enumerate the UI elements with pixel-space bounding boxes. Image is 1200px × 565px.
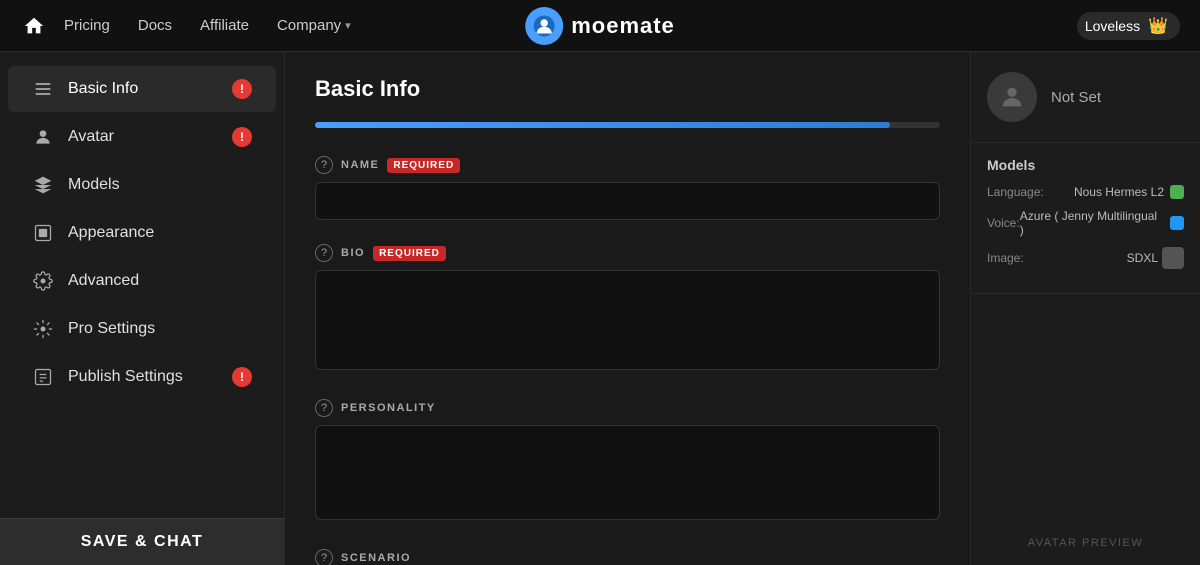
personality-label: PERSONALITY bbox=[341, 402, 436, 414]
personality-label-row: ? PERSONALITY bbox=[315, 399, 940, 417]
bio-label: BIO bbox=[341, 247, 365, 259]
image-row: Image: SDXL bbox=[987, 247, 1184, 269]
logo-icon bbox=[525, 7, 563, 45]
avatar-placeholder bbox=[987, 72, 1037, 122]
avatar-alert: ! bbox=[232, 127, 252, 147]
nav-company[interactable]: Company ▾ bbox=[277, 17, 351, 34]
scenario-label-row: ? SCENARIO bbox=[315, 549, 940, 565]
avatar-preview-section: AVATAR PREVIEW bbox=[971, 294, 1200, 565]
scenario-field: ? SCENARIO bbox=[315, 549, 940, 565]
user-menu[interactable]: Loveless 👑 bbox=[1077, 12, 1180, 40]
scenario-info-icon[interactable]: ? bbox=[315, 549, 333, 565]
main-layout: Basic Info ! Avatar ! bbox=[0, 52, 1200, 565]
models-title: Models bbox=[987, 157, 1184, 173]
advanced-icon bbox=[32, 270, 54, 292]
publish-settings-alert: ! bbox=[232, 367, 252, 387]
nav-docs[interactable]: Docs bbox=[138, 17, 172, 34]
main-content: Basic Info ? NAME REQUIRED ? BIO REQUIRE… bbox=[285, 52, 970, 565]
sidebar-item-pro-settings[interactable]: Pro Settings bbox=[8, 306, 276, 352]
avatar-not-set-label: Not Set bbox=[1051, 89, 1101, 106]
sidebar-label-models: Models bbox=[68, 176, 252, 194]
sidebar-label-appearance: Appearance bbox=[68, 224, 252, 242]
sidebar-label-publish-settings: Publish Settings bbox=[68, 368, 218, 386]
progress-bar-fill bbox=[315, 122, 890, 128]
bio-textarea[interactable] bbox=[315, 270, 940, 370]
appearance-icon bbox=[32, 222, 54, 244]
name-field: ? NAME REQUIRED bbox=[315, 156, 940, 220]
name-label-row: ? NAME REQUIRED bbox=[315, 156, 940, 174]
sidebar-item-publish-settings[interactable]: Publish Settings ! bbox=[8, 354, 276, 400]
bio-required-badge: REQUIRED bbox=[373, 246, 446, 261]
voice-key: Voice: bbox=[987, 216, 1020, 230]
home-button[interactable] bbox=[20, 12, 48, 40]
avatar-icon bbox=[32, 126, 54, 148]
crown-icon: 👑 bbox=[1148, 16, 1168, 36]
models-section: Models Language: Nous Hermes L2 Voice: A… bbox=[971, 143, 1200, 294]
image-key: Image: bbox=[987, 251, 1024, 265]
pro-settings-icon bbox=[32, 318, 54, 340]
image-value: SDXL bbox=[1127, 251, 1158, 265]
sidebar-item-advanced[interactable]: Advanced bbox=[8, 258, 276, 304]
language-row: Language: Nous Hermes L2 bbox=[987, 185, 1184, 199]
logo: moemate bbox=[525, 7, 675, 45]
publish-settings-icon bbox=[32, 366, 54, 388]
nav-pricing[interactable]: Pricing bbox=[64, 17, 110, 34]
models-icon bbox=[32, 174, 54, 196]
bio-label-row: ? BIO REQUIRED bbox=[315, 244, 940, 262]
image-thumbnail bbox=[1162, 247, 1184, 269]
basic-info-alert: ! bbox=[232, 79, 252, 99]
voice-value: Azure ( Jenny Multilingual ) bbox=[1020, 209, 1164, 237]
scenario-label: SCENARIO bbox=[341, 552, 411, 564]
sidebar-label-avatar: Avatar bbox=[68, 128, 218, 146]
name-info-icon[interactable]: ? bbox=[315, 156, 333, 174]
logo-text: moemate bbox=[571, 13, 675, 39]
voice-row: Voice: Azure ( Jenny Multilingual ) bbox=[987, 209, 1184, 237]
chevron-down-icon: ▾ bbox=[345, 19, 351, 32]
sidebar-label-basic-info: Basic Info bbox=[68, 80, 218, 98]
avatar-preview-label: AVATAR PREVIEW bbox=[1028, 537, 1144, 549]
sidebar-label-pro-settings: Pro Settings bbox=[68, 320, 252, 338]
sidebar-label-advanced: Advanced bbox=[68, 272, 252, 290]
language-status-dot bbox=[1170, 185, 1184, 199]
sidebar-item-basic-info[interactable]: Basic Info ! bbox=[8, 66, 276, 112]
nav-company-label: Company bbox=[277, 17, 341, 34]
page-title: Basic Info bbox=[315, 76, 940, 102]
sidebar: Basic Info ! Avatar ! bbox=[0, 52, 285, 565]
personality-info-icon[interactable]: ? bbox=[315, 399, 333, 417]
sidebar-item-models[interactable]: Models bbox=[8, 162, 276, 208]
personality-textarea[interactable] bbox=[315, 425, 940, 520]
sidebar-item-avatar[interactable]: Avatar ! bbox=[8, 114, 276, 160]
bio-field: ? BIO REQUIRED bbox=[315, 244, 940, 375]
nav-affiliate[interactable]: Affiliate bbox=[200, 17, 249, 34]
right-panel: Not Set Models Language: Nous Hermes L2 … bbox=[970, 52, 1200, 565]
progress-bar-container bbox=[315, 122, 940, 128]
bio-info-icon[interactable]: ? bbox=[315, 244, 333, 262]
voice-status-dot bbox=[1170, 216, 1184, 230]
top-navigation: Pricing Docs Affiliate Company ▾ moemate… bbox=[0, 0, 1200, 52]
save-chat-button[interactable]: SAVE & CHAT bbox=[0, 518, 284, 565]
name-input[interactable] bbox=[315, 182, 940, 220]
sidebar-item-appearance[interactable]: Appearance bbox=[8, 210, 276, 256]
sidebar-items: Basic Info ! Avatar ! bbox=[0, 52, 284, 518]
personality-field: ? PERSONALITY bbox=[315, 399, 940, 525]
name-label: NAME bbox=[341, 159, 379, 171]
user-name: Loveless bbox=[1085, 18, 1140, 34]
language-value: Nous Hermes L2 bbox=[1074, 185, 1164, 199]
name-required-badge: REQUIRED bbox=[387, 158, 460, 173]
avatar-section: Not Set bbox=[971, 52, 1200, 143]
list-icon bbox=[32, 78, 54, 100]
language-key: Language: bbox=[987, 185, 1044, 199]
